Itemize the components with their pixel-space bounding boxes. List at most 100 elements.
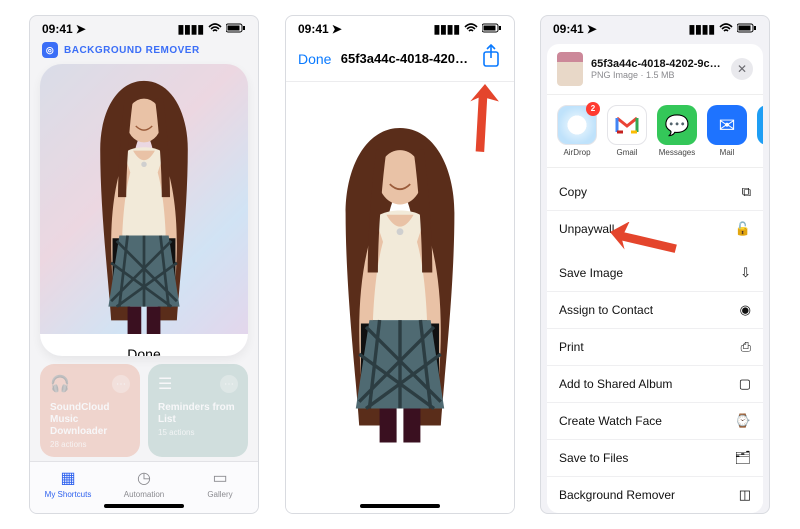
share-app-gmail[interactable]: Gmail: [607, 105, 647, 157]
phone-shortcuts: 09:41➤ ▮▮▮▮ ◎ BACKGROUND REMOVER Done 🎧 ⋯…: [29, 15, 259, 514]
contact-icon: ◉: [740, 302, 751, 318]
action-label: Print: [559, 340, 584, 354]
tab-gallery[interactable]: ▭Gallery: [182, 462, 258, 513]
signal-icon: ▮▮▮▮: [434, 22, 460, 36]
filename: 65f3a44c-4018-4202-9c9f-1b76f81608…: [591, 58, 723, 70]
status-right: ▮▮▮▮: [178, 22, 246, 36]
preview-image[interactable]: [286, 82, 514, 513]
action-label: Add to Shared Album: [559, 377, 672, 391]
automation-icon: ◷: [106, 468, 182, 488]
action-label: Save Image: [559, 266, 623, 280]
signal-icon: ▮▮▮▮: [178, 22, 204, 36]
status-right: ▮▮▮▮: [434, 22, 502, 36]
status-time: 09:41: [553, 22, 584, 36]
copy-icon: ⧉: [742, 184, 751, 200]
more-icon[interactable]: ⋯: [220, 375, 238, 393]
headphones-icon: 🎧: [50, 374, 70, 394]
action-save-to-files[interactable]: Save to Files 🗂: [547, 440, 763, 477]
battery-icon: [737, 22, 757, 36]
status-time: 09:41: [42, 22, 73, 36]
battery-icon: [482, 22, 502, 36]
status-time: 09:41: [298, 22, 329, 36]
share-sheet: 65f3a44c-4018-4202-9c9f-1b76f81608… PNG …: [547, 44, 763, 513]
app-label: Mail: [707, 148, 747, 157]
phone-preview: 09:41➤ ▮▮▮▮ Done 65f3a44c-4018-4202-9c9f…: [285, 15, 515, 514]
share-apps: 2 AirDrop Gmail 💬 Messages ✉︎ Mail: [547, 95, 763, 168]
done-button[interactable]: Done: [40, 334, 248, 356]
action-print[interactable]: Print ⎙: [547, 329, 763, 366]
share-app-more[interactable]: [757, 105, 763, 157]
badge: 2: [586, 102, 600, 116]
gallery-icon: ▭: [182, 468, 258, 488]
location-arrow-icon: ➤: [587, 22, 597, 36]
album-icon: ▢: [739, 376, 751, 392]
result-card: Done: [40, 64, 248, 356]
tab-my-shortcuts[interactable]: ▦My Shortcuts: [30, 462, 106, 513]
app-icon: ◎: [42, 42, 58, 58]
location-arrow-icon: ➤: [332, 22, 342, 36]
action-create-watch-face[interactable]: Create Watch Face ⌚: [547, 403, 763, 440]
tile-title: Reminders from List: [158, 402, 238, 426]
action-background-remover[interactable]: Background Remover ◫: [547, 477, 763, 513]
print-icon: ⎙: [741, 339, 751, 355]
wifi-icon: [719, 22, 733, 36]
action-copy[interactable]: Copy ⧉: [547, 174, 763, 211]
app-label: AirDrop: [557, 148, 597, 157]
tile-title: SoundCloud Music Downloader: [50, 402, 130, 438]
shortcut-icon: ◫: [739, 487, 751, 503]
share-app-mail[interactable]: ✉︎ Mail: [707, 105, 747, 157]
folder-icon: 🗂: [734, 450, 751, 466]
shortcut-tile-a[interactable]: 🎧⋯ SoundCloud Music Downloader 28 action…: [40, 364, 140, 457]
status-right: ▮▮▮▮: [689, 22, 757, 36]
unlock-icon: 🔓: [735, 221, 751, 237]
action-label: Save to Files: [559, 451, 628, 465]
airdrop-icon: 2: [557, 105, 597, 145]
action-assign-to-contact[interactable]: Assign to Contact ◉: [547, 292, 763, 329]
done-button[interactable]: Done: [298, 51, 331, 67]
share-app-messages[interactable]: 💬 Messages: [657, 105, 697, 157]
download-icon: ⇩: [740, 265, 751, 281]
app-label: Messages: [657, 148, 697, 157]
home-indicator[interactable]: [360, 504, 440, 508]
mail-icon: ✉︎: [707, 105, 747, 145]
app-label: Gmail: [607, 148, 647, 157]
wifi-icon: [464, 22, 478, 36]
action-label: Assign to Contact: [559, 303, 653, 317]
signal-icon: ▮▮▮▮: [689, 22, 715, 36]
action-label: Unpaywall: [559, 222, 614, 236]
filekind: PNG Image · 1.5 MB: [591, 70, 723, 80]
thumbnail: [557, 52, 583, 86]
watch-icon: ⌚: [735, 413, 751, 429]
action-save-image[interactable]: Save Image ⇩: [547, 255, 763, 292]
msg-icon: 💬: [657, 105, 697, 145]
share-header: 65f3a44c-4018-4202-9c9f-1b76f81608… PNG …: [547, 44, 763, 95]
list-icon: ☰: [158, 374, 172, 394]
app-title: BACKGROUND REMOVER: [64, 45, 200, 56]
status-bar: 09:41➤ ▮▮▮▮: [30, 16, 258, 38]
action-unpaywall[interactable]: Unpaywall 🔓: [547, 211, 763, 247]
shortcut-tile-b[interactable]: ☰ ⋯ Reminders from List 15 actions: [148, 364, 248, 457]
action-label: Copy: [559, 185, 587, 199]
status-bar: 09:41➤ ▮▮▮▮: [541, 16, 769, 38]
phone-share-sheet: 09:41➤ ▮▮▮▮ 65f3a44c-4018-4202-9c9f-1b76…: [540, 15, 770, 514]
share-button[interactable]: [480, 44, 502, 73]
preview-navbar: Done 65f3a44c-4018-4202-9c9f-…: [286, 38, 514, 82]
tile-sub: 15 actions: [158, 428, 238, 437]
home-indicator[interactable]: [104, 504, 184, 508]
grid-icon: ▦: [30, 468, 106, 488]
share-actions: Copy ⧉ Unpaywall 🔓 Save Image ⇩ Assign to Con…: [547, 168, 763, 513]
battery-icon: [226, 22, 246, 36]
result-image: [40, 64, 248, 334]
location-arrow-icon: ➤: [76, 22, 86, 36]
status-bar: 09:41➤ ▮▮▮▮: [286, 16, 514, 38]
action-label: Background Remover: [559, 488, 675, 502]
action-add-to-shared-album[interactable]: Add to Shared Album ▢: [547, 366, 763, 403]
more-icon[interactable]: ⋯: [112, 375, 130, 393]
share-app-airdrop[interactable]: 2 AirDrop: [557, 105, 597, 157]
shortcut-tiles: 🎧⋯ SoundCloud Music Downloader 28 action…: [40, 364, 248, 457]
action-label: Create Watch Face: [559, 414, 662, 428]
wifi-icon: [208, 22, 222, 36]
gmail-icon: [607, 105, 647, 145]
close-button[interactable]: ✕: [731, 58, 753, 80]
filename: 65f3a44c-4018-4202-9c9f-…: [341, 51, 471, 66]
